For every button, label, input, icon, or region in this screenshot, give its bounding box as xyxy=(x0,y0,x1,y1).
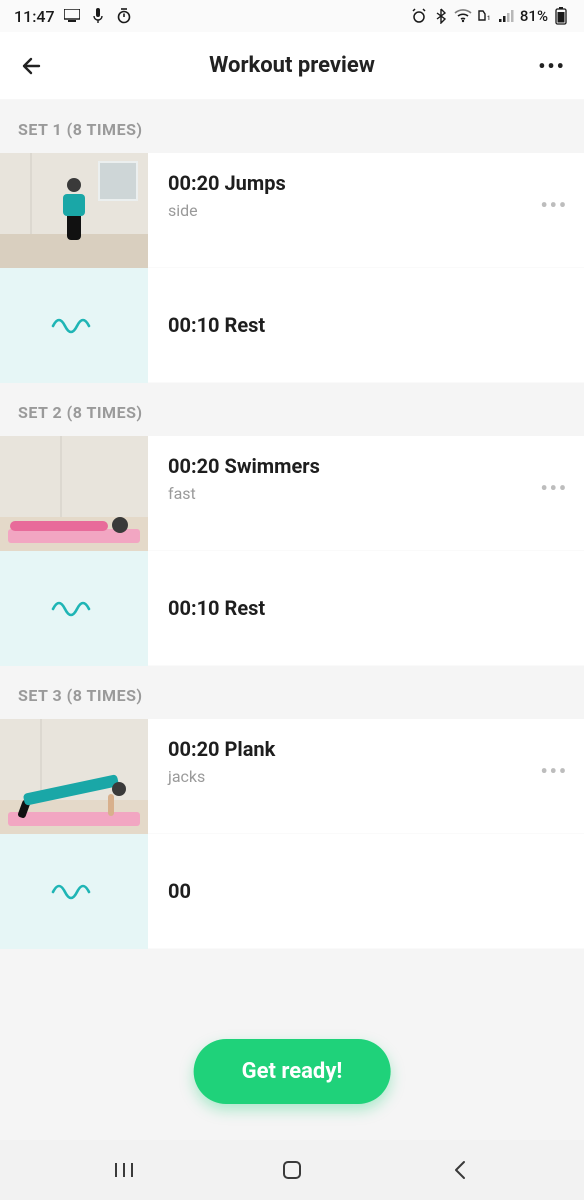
set-label: SET 2 (8 TIMES) xyxy=(0,383,584,436)
bluetooth-icon xyxy=(432,7,450,25)
system-nav-bar xyxy=(0,1140,584,1200)
home-button[interactable] xyxy=(277,1155,307,1185)
rest-row: 00 xyxy=(0,834,584,949)
wave-icon xyxy=(51,883,97,901)
wave-icon xyxy=(51,600,97,618)
mic-icon xyxy=(89,7,107,25)
exercise-row[interactable]: 00:20 Jumps side ••• xyxy=(0,153,584,268)
page-title: Workout preview xyxy=(46,53,538,78)
rest-title: 00:10 Rest xyxy=(168,596,568,620)
status-time: 11:47 xyxy=(14,7,55,26)
rest-row: 00:10 Rest xyxy=(0,551,584,666)
workout-list: SET 1 (8 TIMES) 00:20 Jumps side ••• 00:… xyxy=(0,100,584,949)
get-ready-button[interactable]: Get ready! xyxy=(194,1039,391,1104)
wifi-icon xyxy=(454,7,472,25)
exercise-more-button[interactable]: ••• xyxy=(540,759,568,783)
exercise-subtitle: side xyxy=(168,201,568,220)
set-label: SET 1 (8 TIMES) xyxy=(0,100,584,153)
exercise-thumbnail xyxy=(0,153,148,268)
status-battery-text: 81% xyxy=(520,7,548,25)
status-left: 11:47 xyxy=(14,7,133,26)
exercise-row[interactable]: 00:20 Plank jacks ••• xyxy=(0,719,584,834)
exercise-thumbnail xyxy=(0,436,148,551)
header-more-button[interactable]: ••• xyxy=(538,54,566,78)
exercise-subtitle: fast xyxy=(168,484,568,503)
exercise-title: 00:20 Swimmers xyxy=(168,454,568,478)
rest-thumbnail xyxy=(0,551,148,666)
rest-row: 00:10 Rest xyxy=(0,268,584,383)
timer-icon xyxy=(115,7,133,25)
signal-icon xyxy=(498,7,516,25)
exercise-thumbnail xyxy=(0,719,148,834)
rest-title: 00 xyxy=(168,879,568,903)
rest-thumbnail xyxy=(0,268,148,383)
exercise-title: 00:20 Jumps xyxy=(168,171,568,195)
alarm-icon xyxy=(410,7,428,25)
nav-back-button[interactable] xyxy=(445,1155,475,1185)
app-header: Workout preview ••• xyxy=(0,32,584,100)
battery-icon xyxy=(552,7,570,25)
status-right: 1 81% xyxy=(410,7,570,25)
recent-apps-button[interactable] xyxy=(109,1155,139,1185)
exercise-more-button[interactable]: ••• xyxy=(540,476,568,500)
exercise-subtitle: jacks xyxy=(168,767,568,786)
wave-icon xyxy=(51,317,97,335)
exercise-row[interactable]: 00:20 Swimmers fast ••• xyxy=(0,436,584,551)
volte-icon: 1 xyxy=(476,7,494,25)
rest-thumbnail xyxy=(0,834,148,949)
set-label: SET 3 (8 TIMES) xyxy=(0,666,584,719)
back-button[interactable] xyxy=(18,53,46,79)
exercise-more-button[interactable]: ••• xyxy=(540,193,568,217)
svg-text:1: 1 xyxy=(487,15,490,22)
exercise-title: 00:20 Plank xyxy=(168,737,568,761)
rest-title: 00:10 Rest xyxy=(168,313,568,337)
status-bar: 11:47 1 81% xyxy=(0,0,584,32)
cast-icon xyxy=(63,7,81,25)
